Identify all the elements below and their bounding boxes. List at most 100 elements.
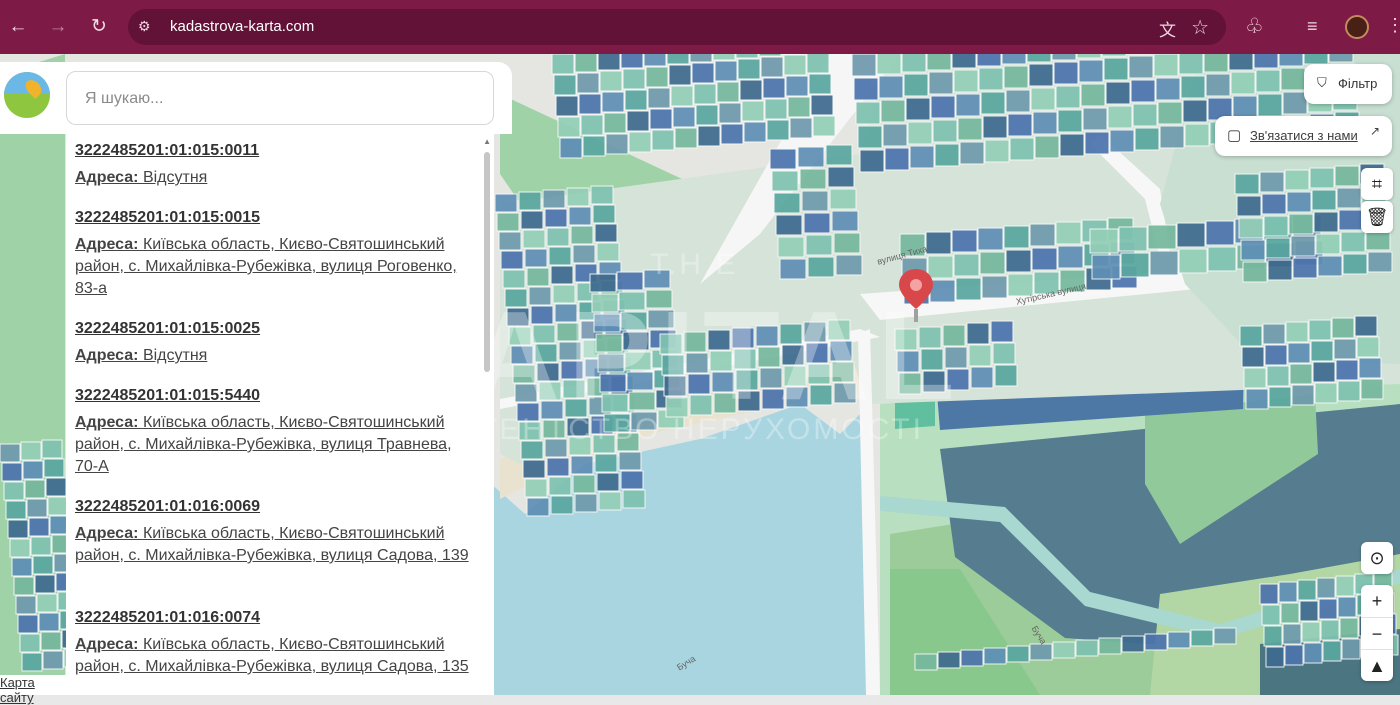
cadastral-parcel[interactable] xyxy=(591,293,619,313)
cadastral-parcel[interactable] xyxy=(1358,357,1382,379)
cadastral-parcel[interactable] xyxy=(536,362,560,382)
cadastral-parcel[interactable] xyxy=(534,343,558,363)
cadastral-parcel[interactable] xyxy=(599,373,627,393)
cadastral-parcel[interactable] xyxy=(550,495,574,515)
cadastral-parcel[interactable] xyxy=(907,121,933,145)
cadastral-parcel[interactable] xyxy=(590,185,614,205)
cadastral-parcel[interactable] xyxy=(502,269,526,289)
cadastral-parcel[interactable] xyxy=(546,457,570,477)
cadastral-parcel[interactable] xyxy=(1317,255,1343,277)
cadastral-parcel[interactable] xyxy=(777,236,805,258)
cadastral-parcel[interactable] xyxy=(520,440,544,460)
cadastral-parcel[interactable] xyxy=(11,557,33,577)
cadastral-parcel[interactable] xyxy=(977,227,1004,251)
cadastral-parcel[interactable] xyxy=(953,69,979,93)
cadastral-parcel[interactable] xyxy=(643,269,671,289)
cadastral-parcel[interactable] xyxy=(1052,641,1076,659)
site-settings-icon[interactable]: ⚙ xyxy=(138,18,156,36)
cadastral-parcel[interactable] xyxy=(927,255,954,279)
cadastral-parcel[interactable] xyxy=(546,227,570,247)
avatar[interactable] xyxy=(1345,15,1369,39)
cadastral-parcel[interactable] xyxy=(1006,645,1030,663)
cadastral-parcel[interactable] xyxy=(1259,171,1285,193)
cadastral-parcel[interactable] xyxy=(663,375,687,397)
cadastral-parcel[interactable] xyxy=(36,593,58,613)
cadastral-parcel[interactable] xyxy=(761,388,785,410)
cadastral-parcel[interactable] xyxy=(620,470,644,490)
result-address[interactable]: Адреса: Київська область, Києво-Святошин… xyxy=(75,234,475,300)
cadastral-parcel[interactable] xyxy=(1316,577,1336,599)
cadastral-parcel[interactable] xyxy=(616,271,644,291)
cadastral-parcel[interactable] xyxy=(566,417,590,437)
cadastral-parcel[interactable] xyxy=(643,54,667,67)
cadastral-parcel[interactable] xyxy=(758,54,782,57)
cadastral-parcel[interactable] xyxy=(687,373,711,395)
cadastral-parcel[interactable] xyxy=(807,256,835,278)
cadastral-parcel[interactable] xyxy=(544,438,568,458)
cadastral-parcel[interactable] xyxy=(1003,225,1030,249)
cadastral-parcel[interactable] xyxy=(559,137,583,159)
cadastral-parcel[interactable] xyxy=(21,652,43,672)
cadastral-parcel[interactable] xyxy=(1322,640,1342,662)
cadastral-parcel[interactable] xyxy=(806,54,830,74)
cadastral-parcel[interactable] xyxy=(716,81,740,103)
cadastral-parcel[interactable] xyxy=(922,370,946,393)
cadastral-parcel[interactable] xyxy=(953,253,980,277)
cadastral-parcel[interactable] xyxy=(572,244,596,264)
cadastral-parcel[interactable] xyxy=(1313,211,1339,233)
cadastral-parcel[interactable] xyxy=(918,326,942,349)
cadastral-parcel[interactable] xyxy=(514,383,538,403)
cadastral-parcel[interactable] xyxy=(1257,93,1283,117)
cadastral-parcel[interactable] xyxy=(594,453,618,473)
cadastral-parcel[interactable] xyxy=(1076,54,1102,59)
cadastral-parcel[interactable] xyxy=(530,305,554,325)
cadastral-parcel[interactable] xyxy=(562,379,586,399)
cadastral-parcel[interactable] xyxy=(825,144,853,166)
cadastral-parcel[interactable] xyxy=(1337,596,1357,618)
cadastral-parcel[interactable] xyxy=(743,121,767,143)
cadastral-parcel[interactable] xyxy=(1009,137,1035,161)
cadastral-parcel[interactable] xyxy=(1290,235,1316,257)
cadastral-parcel[interactable] xyxy=(1109,129,1135,153)
cadastral-parcel[interactable] xyxy=(1005,249,1032,273)
cadastral-parcel[interactable] xyxy=(1335,575,1355,597)
cadastral-parcel[interactable] xyxy=(1001,54,1027,65)
cadastral-parcel[interactable] xyxy=(1029,643,1053,661)
cadastral-parcel[interactable] xyxy=(1120,252,1150,278)
cadastral-parcel[interactable] xyxy=(959,141,985,165)
cadastral-parcel[interactable] xyxy=(1028,63,1054,87)
cadastral-parcel[interactable] xyxy=(882,123,908,147)
cadastral-parcel[interactable] xyxy=(739,79,763,101)
cadastral-parcel[interactable] xyxy=(807,363,831,385)
zoom-in-button[interactable]: + xyxy=(1361,585,1393,617)
cadastral-parcel[interactable] xyxy=(1303,54,1329,65)
cadastral-parcel[interactable] xyxy=(833,382,857,404)
cadastral-parcel[interactable] xyxy=(20,441,42,461)
cadastral-parcel[interactable] xyxy=(769,148,797,170)
cadastral-parcel[interactable] xyxy=(670,85,694,107)
cadastral-parcel[interactable] xyxy=(1118,226,1148,252)
cadastral-parcel[interactable] xyxy=(785,386,809,408)
cadastral-parcel[interactable] xyxy=(661,354,685,376)
cadastral-parcel[interactable] xyxy=(1282,623,1302,645)
result-item[interactable]: 3222485201:01:015:5440 Адреса: Київська … xyxy=(75,385,475,478)
cadastral-parcel[interactable] xyxy=(990,320,1014,343)
cadastral-parcel[interactable] xyxy=(1291,384,1315,406)
cadastral-parcel[interactable] xyxy=(1367,251,1393,273)
cadastral-parcel[interactable] xyxy=(542,419,566,439)
cadastral-parcel[interactable] xyxy=(3,481,25,501)
cadastral-parcel[interactable] xyxy=(1286,191,1312,213)
cadastral-parcel[interactable] xyxy=(580,114,604,136)
cadastral-parcel[interactable] xyxy=(812,115,836,137)
cadastral-parcel[interactable] xyxy=(1026,54,1052,63)
cadastral-parcel[interactable] xyxy=(26,498,48,518)
cadastral-parcel[interactable] xyxy=(1315,233,1341,255)
result-item[interactable]: 3222485201:01:015:0025 Адреса: Відсутня xyxy=(75,318,475,367)
cadastral-parcel[interactable] xyxy=(1336,187,1362,209)
cadastral-parcel[interactable] xyxy=(976,54,1002,67)
cadastral-parcel[interactable] xyxy=(526,267,550,287)
cadastral-parcel[interactable] xyxy=(599,70,623,92)
cadastral-parcel[interactable] xyxy=(647,309,675,329)
cadastral-parcel[interactable] xyxy=(951,54,977,69)
cadastral-parcel[interactable] xyxy=(1144,633,1168,651)
